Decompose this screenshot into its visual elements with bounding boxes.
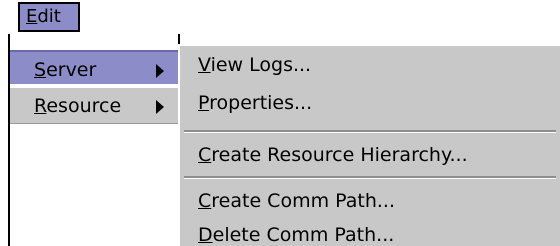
submenu-item-view-logs-label: View Logs... (198, 54, 312, 76)
menu-item-resource-label: Resource (34, 95, 122, 117)
submenu-item-properties-label: Properties... (198, 92, 313, 114)
submenu-item-delete-comm-path[interactable]: Delete Comm Path... (180, 218, 560, 246)
menu-edit-label: Edit (26, 6, 61, 27)
menu-item-server-label: Server (34, 59, 97, 81)
menu-separator (184, 130, 556, 133)
submenu-item-view-logs[interactable]: View Logs... (180, 48, 560, 82)
submenu-item-create-resource-hierarchy-label: Create Resource Hierarchy... (198, 144, 468, 166)
submenu-item-create-comm-path[interactable]: Create Comm Path... (180, 184, 560, 218)
submenu-arrow-icon (156, 100, 164, 114)
menu-edit[interactable]: Edit (18, 2, 80, 32)
menu-bar: Edit (0, 0, 560, 36)
menu-item-resource[interactable]: Resource (10, 88, 178, 124)
screen: Edit Server Resource View Logs... Proper… (0, 0, 560, 246)
submenu-item-create-comm-path-label: Create Comm Path... (198, 190, 395, 212)
submenu-item-create-resource-hierarchy[interactable]: Create Resource Hierarchy... (180, 138, 560, 172)
submenu-item-delete-comm-path-label: Delete Comm Path... (198, 224, 395, 246)
server-submenu: View Logs... Properties... Create Resour… (178, 44, 560, 246)
submenu-arrow-icon (156, 64, 164, 78)
menu-item-server[interactable]: Server (10, 50, 178, 86)
edit-menu-dropdown: Server Resource (8, 34, 180, 246)
menu-separator (184, 176, 556, 179)
submenu-item-properties[interactable]: Properties... (180, 86, 560, 120)
